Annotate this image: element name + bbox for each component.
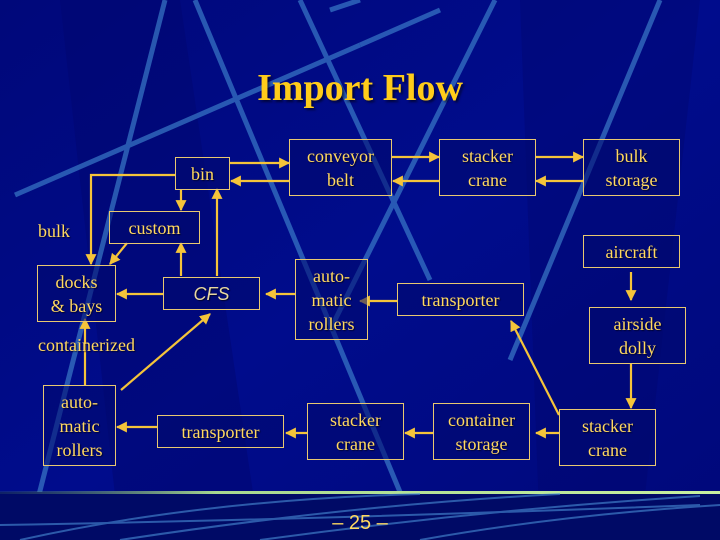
node-stacker-crane-top: stacker crane [439, 139, 536, 196]
label-containerized: containerized [38, 335, 135, 355]
node-airside-dolly: airside dolly [589, 307, 686, 364]
node-transporter-mid: transporter [397, 283, 524, 316]
node-container-storage: container storage [433, 403, 530, 460]
arrow-custom-to-docks [109, 242, 128, 265]
arrow-stacker-to-transporter [510, 320, 560, 416]
node-automatic-rollers-bottom: auto- matic rollers [43, 385, 116, 466]
node-bulk-storage: bulk storage [583, 139, 680, 196]
slide-title: Import Flow [257, 67, 463, 109]
node-docks-bays: docks & bays [37, 265, 116, 322]
node-automatic-rollers-mid: auto- matic rollers [295, 259, 368, 340]
node-transporter-bottom: transporter [157, 415, 284, 448]
page-number: – 25 – [332, 512, 388, 534]
node-cfs: CFS [163, 277, 260, 310]
node-aircraft: aircraft [583, 235, 680, 268]
node-conveyor-belt: conveyor belt [289, 139, 392, 196]
label-bulk: bulk [38, 221, 71, 241]
node-stacker-crane-right: stacker crane [559, 409, 656, 466]
node-custom: custom [109, 211, 200, 244]
node-stacker-crane-mid: stacker crane [307, 403, 404, 460]
node-bin: bin [175, 157, 230, 190]
